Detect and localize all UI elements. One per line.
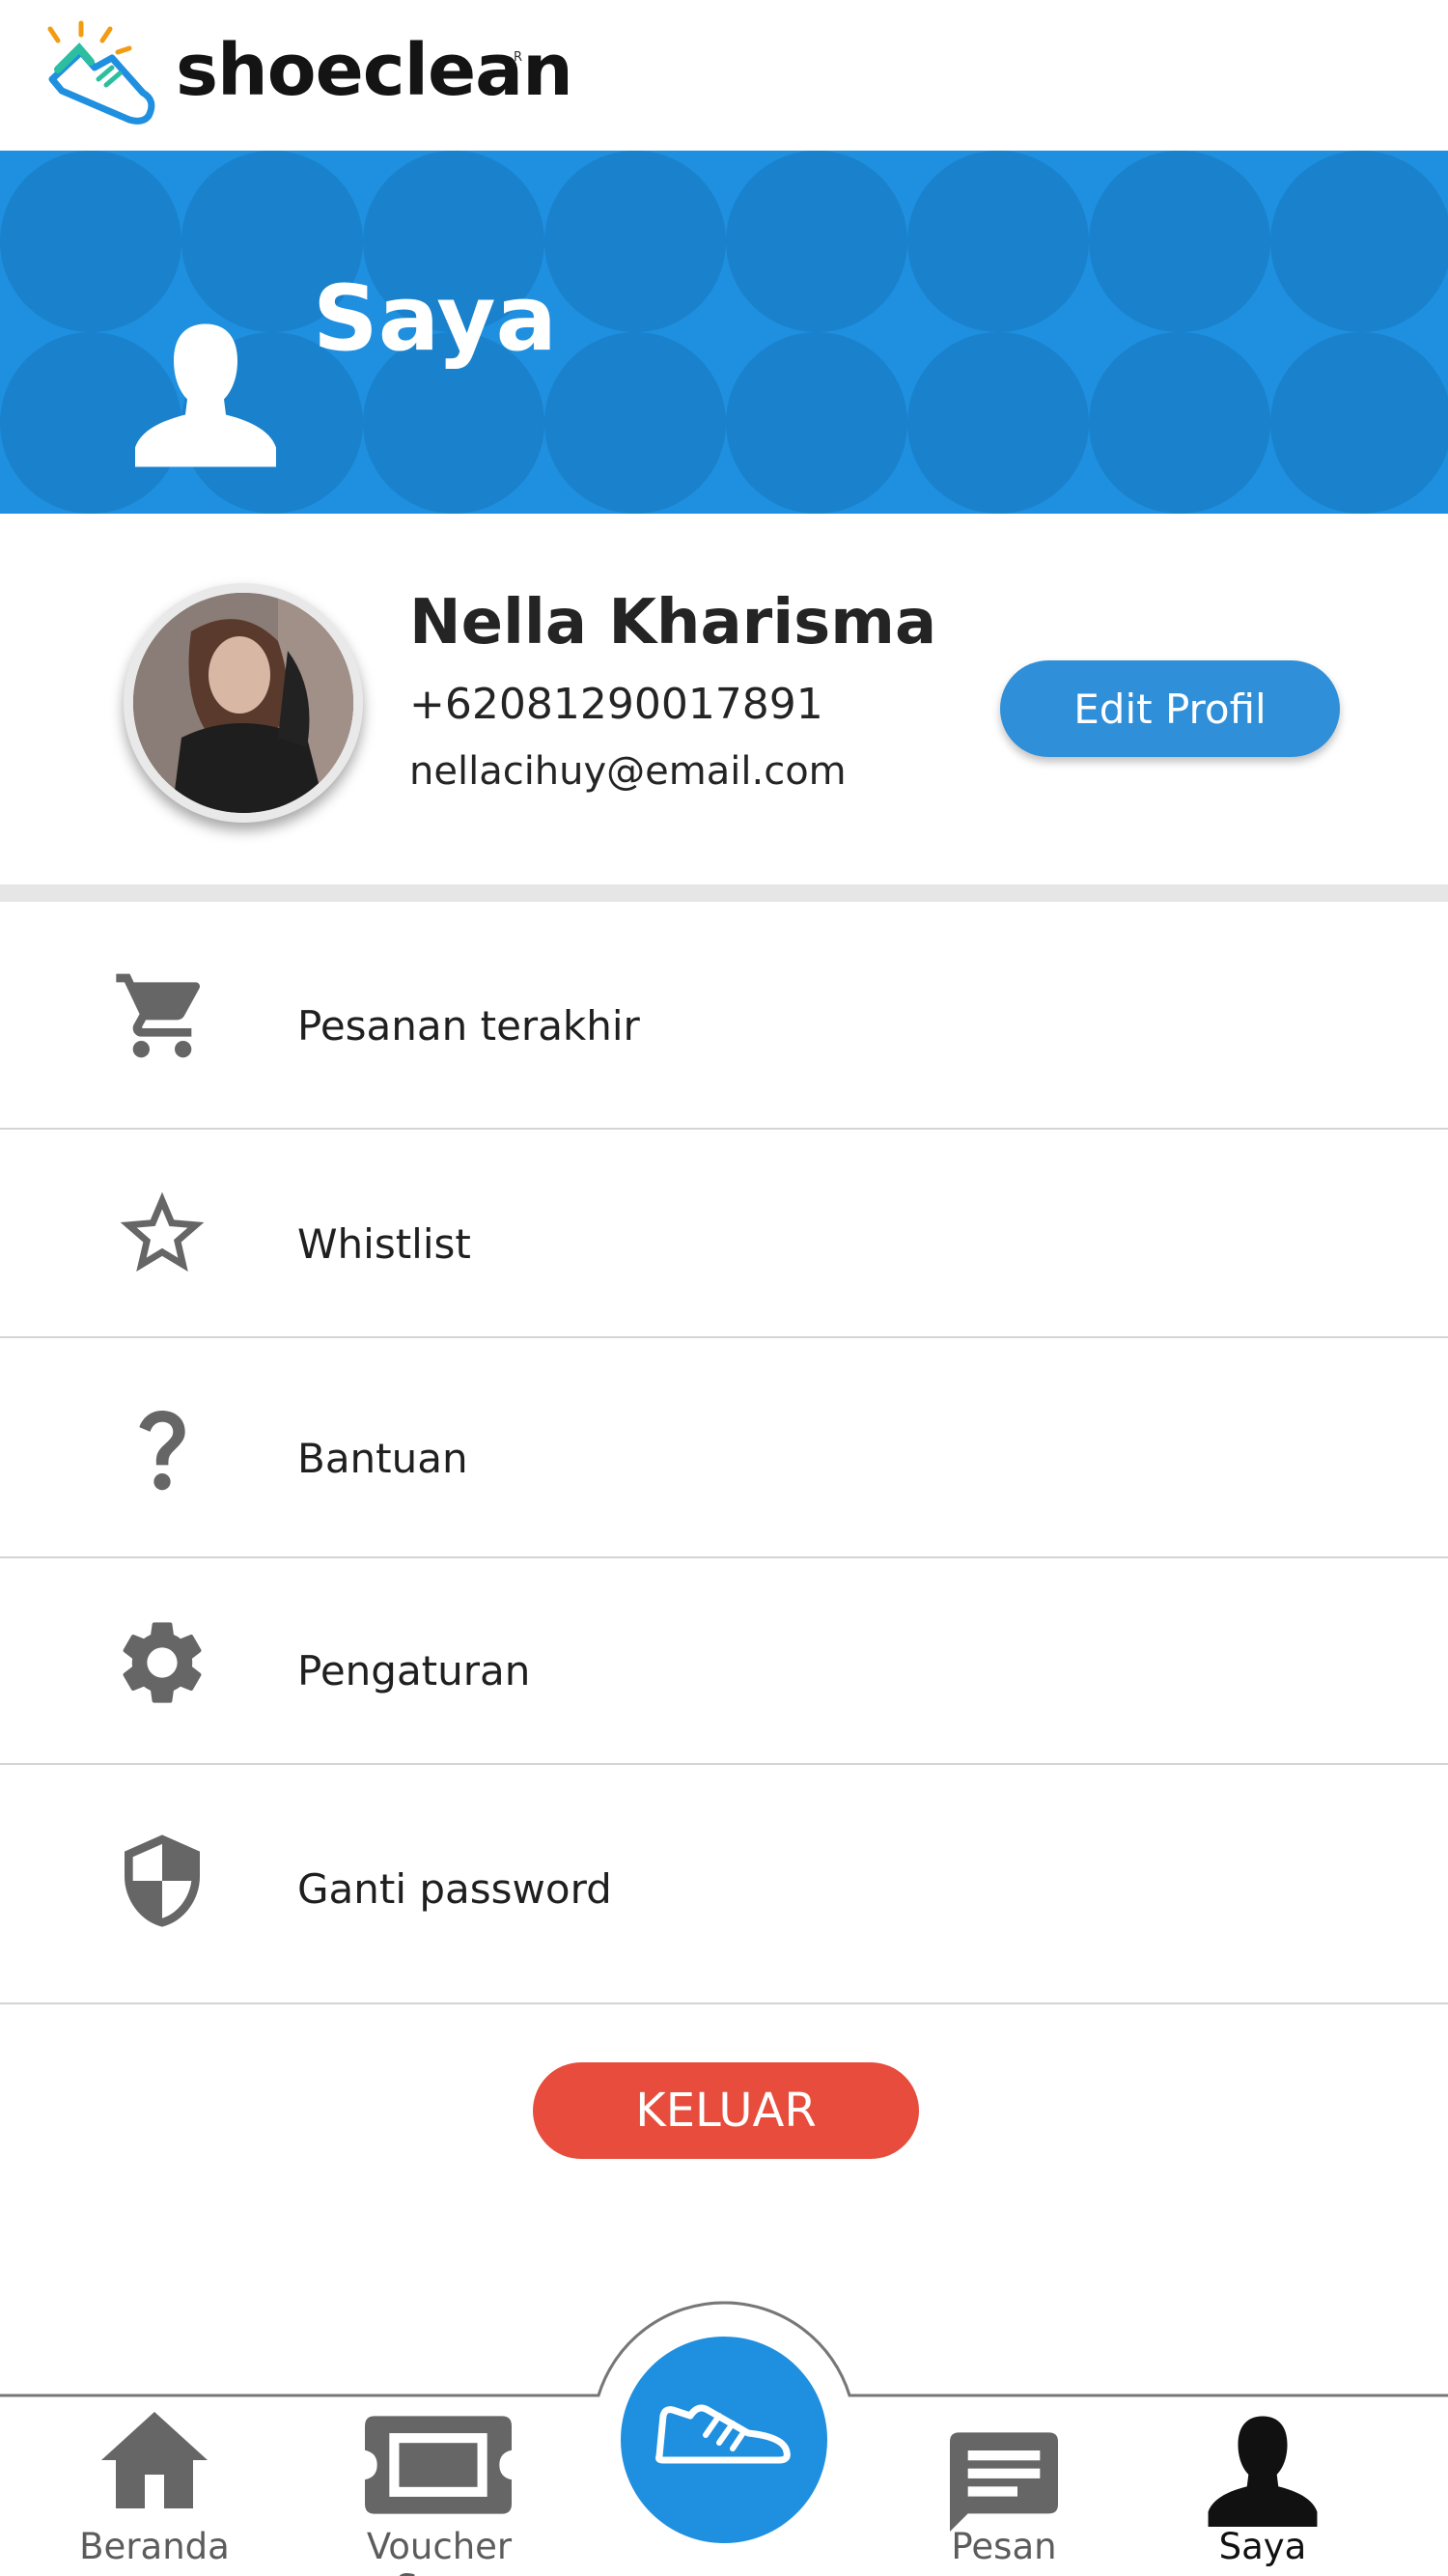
nav-voucher[interactable]: Voucher Saya [319, 2298, 560, 2576]
gear-icon [123, 1622, 202, 1703]
profile-name: Nella Kharisma [409, 587, 937, 658]
profile-phone: +62081290017891 [409, 680, 823, 729]
shoe-order-button[interactable] [621, 2337, 827, 2543]
menu-item-settings[interactable]: Pengaturan [0, 1558, 1448, 1765]
person-icon [1208, 2416, 1318, 2527]
shoeclean-logo-icon [47, 20, 155, 125]
shoe-icon [655, 2404, 791, 2464]
avatar-photo [133, 593, 353, 813]
bottom-navigation: Beranda Voucher Saya Pesan Saya [0, 2298, 1448, 2576]
app-header: shoeclean R [0, 0, 1448, 151]
nav-home[interactable]: Beranda [58, 2298, 251, 2576]
page-banner: Saya [0, 151, 1448, 514]
avatar[interactable] [124, 583, 363, 823]
menu-item-label: Pengaturan [297, 1647, 531, 1694]
ticket-icon [365, 2416, 512, 2514]
nav-label: Saya [1218, 2526, 1307, 2567]
star-icon [120, 1191, 205, 1272]
cart-icon [116, 973, 201, 1058]
section-divider [0, 884, 1448, 902]
menu-item-label: Whistlist [297, 1220, 471, 1268]
edit-profile-button[interactable]: Edit Profil [1000, 660, 1340, 757]
menu-item-help[interactable]: Bantuan [0, 1338, 1448, 1558]
page-title: Saya [313, 266, 557, 372]
nav-label: Pesan [951, 2526, 1057, 2567]
nav-label: Voucher Saya [366, 2526, 513, 2576]
profile-email: nellacihuy@email.com [409, 749, 847, 794]
menu-item-label: Bantuan [297, 1435, 468, 1482]
menu-item-label: Pesanan terakhir [297, 1002, 640, 1050]
menu-item-change-password[interactable]: Ganti password [0, 1765, 1448, 2004]
shield-icon [125, 1834, 200, 1927]
registered-mark: R [514, 50, 523, 65]
help-icon [139, 1411, 185, 1491]
profile-card: Nella Kharisma +62081290017891 nellacihu… [0, 514, 1448, 884]
brand-name: shoeclean [176, 29, 573, 112]
nav-messages[interactable]: Pesan [907, 2298, 1100, 2576]
person-silhouette-icon [135, 323, 276, 467]
nav-label: Beranda [79, 2526, 230, 2567]
home-icon [101, 2412, 208, 2508]
menu-item-last-orders[interactable]: Pesanan terakhir [0, 902, 1448, 1130]
nav-profile[interactable]: Saya [1166, 2298, 1359, 2576]
logout-button[interactable]: KELUAR [533, 2062, 919, 2159]
menu-item-wishlist[interactable]: Whistlist [0, 1130, 1448, 1338]
menu-item-label: Ganti password [297, 1865, 612, 1913]
message-icon [950, 2432, 1058, 2532]
